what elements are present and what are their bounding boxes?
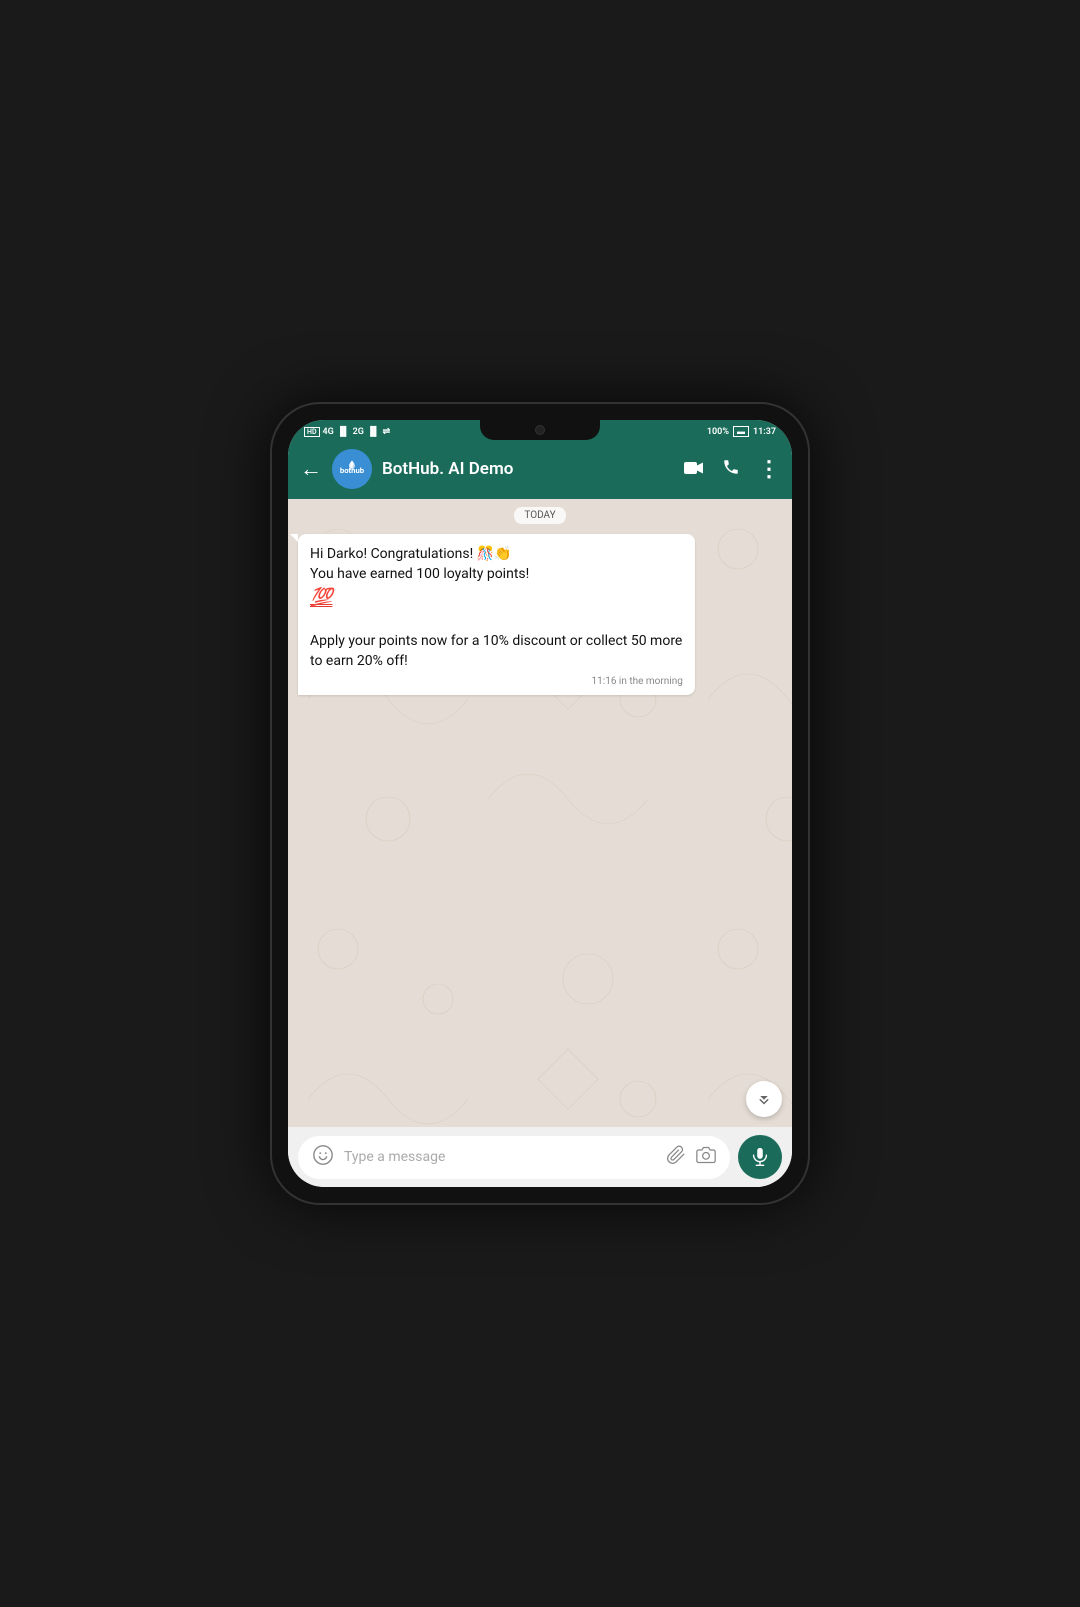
wifi-icon: ⇌ (383, 427, 391, 437)
status-left: HD 4G ▐▌ 2G ▐▌ ⇌ (304, 426, 390, 437)
camera-icon[interactable] (696, 1145, 716, 1170)
mic-button[interactable] (738, 1135, 782, 1179)
phone-notch (480, 420, 600, 440)
clock: 11:37 (753, 427, 776, 437)
more-options-icon[interactable]: ⋮ (758, 457, 780, 482)
emoji-button[interactable] (312, 1144, 334, 1171)
battery-percent: 100% (707, 427, 729, 437)
video-call-icon[interactable] (684, 459, 704, 480)
hd-badge: HD (304, 427, 320, 437)
message-input[interactable]: Type a message (344, 1149, 656, 1165)
scroll-down-button[interactable] (746, 1081, 782, 1117)
date-badge: TODAY (298, 507, 782, 524)
chat-area: TODAY Hi Darko! Congratulations! 🎊👏 You … (288, 499, 792, 1127)
header-action-icons: ⋮ (684, 457, 780, 482)
message-time: 11:16 in the morning (310, 676, 683, 687)
message-line1: Hi Darko! Congratulations! 🎊👏 (310, 546, 512, 562)
phone-frame: HD 4G ▐▌ 2G ▐▌ ⇌ 100% ▬ 11:37 ← bothub (270, 402, 810, 1205)
contact-name: BotHub. AI Demo (382, 459, 674, 479)
signal-bars-2: ▐▌ (367, 426, 380, 437)
message-input-container: Type a message (298, 1136, 730, 1179)
message-line3: Apply your points now for a 10% discount… (310, 633, 682, 669)
signal-bars-1: ▐▌ (337, 426, 350, 437)
hundred-emoji: 💯 (310, 587, 332, 608)
2g-signal: 2G (353, 427, 364, 437)
camera-dot (535, 425, 545, 435)
battery-icon: ▬ (733, 426, 749, 437)
message-bubble: Hi Darko! Congratulations! 🎊👏 You have e… (298, 534, 695, 695)
chat-header: ← bothub BotHub. AI Demo (288, 441, 792, 499)
status-right: 100% ▬ 11:37 (707, 426, 776, 437)
attach-icon[interactable] (666, 1145, 686, 1170)
back-button[interactable]: ← (300, 456, 322, 482)
contact-avatar: bothub (332, 449, 372, 489)
message-line2: You have earned 100 loyalty points! (310, 566, 529, 582)
date-badge-text: TODAY (514, 507, 565, 524)
4g-signal: 4G (323, 427, 334, 437)
phone-call-icon[interactable] (722, 458, 740, 481)
message-text: Hi Darko! Congratulations! 🎊👏 You have e… (310, 544, 683, 672)
phone-screen: HD 4G ▐▌ 2G ▐▌ ⇌ 100% ▬ 11:37 ← bothub (288, 420, 792, 1187)
input-bar: Type a message (288, 1127, 792, 1187)
